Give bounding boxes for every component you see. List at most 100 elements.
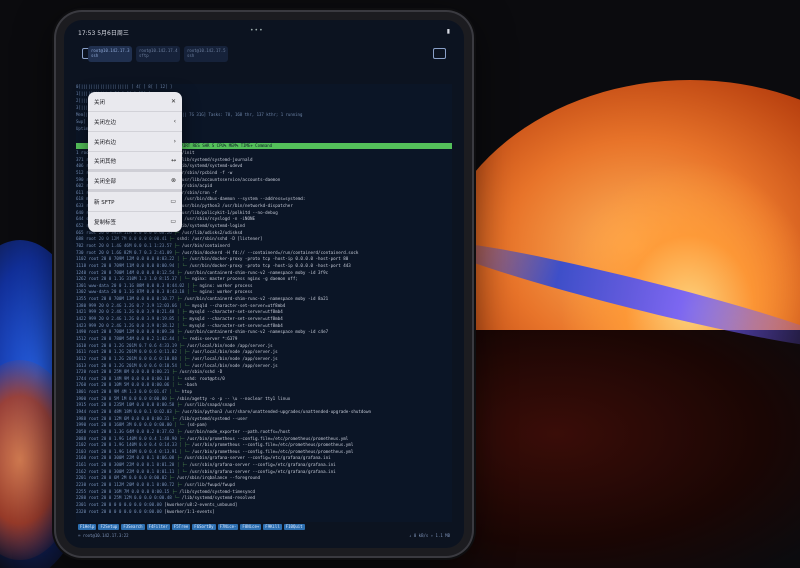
- process-tree: │ ├─: [176, 462, 190, 468]
- process-row[interactable]: 1512 root 20 0 780M 54M 0.0 0.2 1:02.44 …: [76, 336, 452, 343]
- process-tree: ├─: [174, 249, 182, 255]
- process-tree: │ ├─: [179, 442, 192, 448]
- process-row[interactable]: 1801 root 20 0 9M 4M 1.3 0.0 0:01.47 │ └…: [76, 389, 452, 396]
- process-tree: │ └─: [179, 448, 192, 454]
- process-command: /usr/local/bin/node /app/server.js: [191, 355, 278, 361]
- process-row[interactable]: 1422 999 20 0 2.4G 1.2G 0.0 3.9 0:19.85 …: [76, 316, 452, 323]
- process-row[interactable]: 688 root 20 0 12M 7M 0.0 0.0 0:00.41 ├─ …: [76, 236, 452, 243]
- chevron-right-icon: ›: [173, 138, 176, 145]
- process-row[interactable]: 1301 www-data 20 0 1.1G 88M 0.0 0.3 0:44…: [76, 283, 452, 290]
- process-command: htop: [181, 389, 192, 395]
- process-row[interactable]: 1944 root 20 0 48M 18M 0.0 0.1 0:02.03 ├…: [76, 409, 452, 416]
- function-key[interactable]: F3Search: [121, 524, 145, 530]
- process-row[interactable]: 702 root 20 0 1.4G 46M 0.0 0.1 1:23.57 ├…: [76, 243, 452, 250]
- process-row[interactable]: 2088 root 20 0 1.9G 140M 0.0 0.4 1:48.90…: [76, 436, 452, 443]
- process-stats: 730 root 20 0 1.6G 82M 0.7 0.3 2:41.09: [76, 249, 175, 255]
- process-row[interactable]: 1990 root 20 0 168M 3M 0.0 0.0 0:00.00 │…: [76, 422, 452, 429]
- process-row[interactable]: 1720 root 20 0 25M 8M 0.0 0.0 0:00.21 ├─…: [76, 369, 452, 376]
- process-command: mysqld --character-set-server=utf8mb4: [189, 322, 283, 328]
- process-row[interactable]: 1102 root 20 0 709M 12M 0.0 0.0 0:03.22 …: [76, 256, 452, 263]
- process-row[interactable]: 1490 root 20 0 700M 12M 0.0 0.0 0:09.30 …: [76, 329, 452, 336]
- process-row[interactable]: 1744 root 20 0 14M 9M 0.0 0.0 0:00.10 │ …: [76, 376, 452, 383]
- function-key[interactable]: F8Nice+: [240, 524, 262, 530]
- process-row[interactable]: 1611 root 20 0 1.2G 201M 0.0 0.6 0:11.02…: [76, 349, 452, 356]
- process-row[interactable]: 2230 root 20 0 112M 20M 0.0 0.1 0:00.72 …: [76, 482, 452, 489]
- process-row[interactable]: 1380 999 20 0 2.4G 1.2G 0.7 3.9 12:03.66…: [76, 303, 452, 310]
- process-tree: │ └─: [179, 302, 192, 308]
- process-command: /usr/lib/fwupd/fwupd: [184, 482, 235, 488]
- process-row[interactable]: 1612 root 20 0 1.2G 201M 0.0 0.6 0:10.88…: [76, 356, 452, 363]
- menu-item-close[interactable]: 关闭 ✕: [88, 92, 182, 112]
- function-key[interactable]: F6SortBy: [192, 524, 216, 530]
- tab-session-2[interactable]: root@10.142.17.4 sftp: [136, 46, 180, 62]
- process-stats: 1423 999 20 0 2.4G 1.2G 0.0 3.9 0:18.12: [76, 322, 177, 328]
- new-window-icon[interactable]: [433, 48, 446, 59]
- process-row[interactable]: 2050 root 20 0 1.3G 64M 0.0 0.2 0:37.62 …: [76, 429, 452, 436]
- process-command: [kworker/1:1-events]: [164, 508, 215, 514]
- process-row[interactable]: 1613 root 20 0 1.2G 201M 0.0 0.6 0:10.54…: [76, 363, 452, 370]
- process-row[interactable]: 1262 root 20 0 1.1G 310M 1.3 1.0 8:15.37…: [76, 276, 452, 283]
- process-row[interactable]: 1355 root 20 0 700M 13M 0.0 0.0 0:10.77 …: [76, 296, 452, 303]
- process-row[interactable]: 2162 root 20 0 300M 22M 0.0 0.1 0:01.11 …: [76, 469, 452, 476]
- process-command: /usr/lib/udisks2/udisksd: [181, 229, 243, 235]
- process-row[interactable]: 730 root 20 0 1.6G 82M 0.7 0.3 2:41.09 ├…: [76, 250, 452, 257]
- process-tree: │ ├─: [179, 355, 192, 361]
- process-tree: │ └─: [186, 289, 200, 295]
- function-key[interactable]: F5Tree: [171, 524, 191, 530]
- process-stats: 1801 root 20 0 9M 4M 1.3 0.0 0:01.47: [76, 389, 170, 395]
- process-row[interactable]: 1421 999 20 0 2.4G 1.2G 0.0 3.9 0:21.40 …: [76, 309, 452, 316]
- function-key[interactable]: F4Filter: [146, 524, 170, 530]
- process-row[interactable]: 1610 root 20 0 1.2G 201M 0.7 0.6 4:33.19…: [76, 343, 452, 350]
- status-bar: 17:53 5月6日周三 ••• ▮: [64, 20, 464, 38]
- process-row[interactable]: 1988 root 20 0 12M 6M 0.0 0.0 0:00.31 ├─…: [76, 416, 452, 423]
- menu-item-new-sftp[interactable]: 新 SFTP ▭: [88, 192, 182, 212]
- menu-item-duplicate-tab[interactable]: 复制标签 ▭: [88, 212, 182, 232]
- function-key[interactable]: F1Help: [78, 524, 97, 530]
- process-row[interactable]: 2161 root 20 0 300M 22M 0.0 0.1 0:01.20 …: [76, 462, 452, 469]
- process-row[interactable]: 2102 root 20 0 1.9G 140M 0.0 0.4 0:14.33…: [76, 442, 452, 449]
- process-row[interactable]: 2103 root 20 0 1.9G 140M 0.0 0.4 0:13.91…: [76, 449, 452, 456]
- menu-item-close-all[interactable]: 关闭全部 ⊗: [88, 172, 182, 192]
- process-command: redis-server *:6379: [189, 335, 238, 341]
- function-key[interactable]: F7Nice-: [217, 524, 239, 530]
- process-row[interactable]: 1118 root 20 0 709M 11M 0.0 0.0 0:00.94 …: [76, 263, 452, 270]
- close-icon: ✕: [170, 98, 176, 105]
- menu-item-close-right[interactable]: 关闭右边 ›: [88, 132, 182, 152]
- tab-session-1[interactable]: root@10.142.17.3 ssh: [88, 46, 132, 62]
- process-stats: 2201 root 20 0 6M 2M 0.0 0.0 0:00.02: [76, 475, 170, 481]
- process-command: /usr/bin/containerd-shim-runc-v2 -namesp…: [184, 296, 329, 302]
- process-row[interactable]: 1900 root 20 0 5M 1M 0.0 0.0 0:00.00 ├─ …: [76, 396, 452, 403]
- menu-item-close-others[interactable]: 关闭其他 ↔: [88, 152, 182, 172]
- process-row[interactable]: 2301 root 20 0 0 0 0.0 0.0 0:00.00 [kwor…: [76, 502, 452, 509]
- process-row[interactable]: 1240 root 20 0 700M 14M 0.0 0.0 0:12.54 …: [76, 270, 452, 277]
- menu-item-label: 关闭左边: [94, 119, 117, 126]
- wallpaper-dark-area: [430, 330, 800, 568]
- process-row[interactable]: 1302 www-data 20 0 1.1G 87M 0.0 0.3 0:43…: [76, 289, 452, 296]
- process-row[interactable]: 2160 root 20 0 300M 22M 0.0 0.1 0:06.08 …: [76, 455, 452, 462]
- menu-item-label: 新 SFTP: [94, 199, 115, 206]
- process-row[interactable]: 2320 root 20 0 0 0 0.0 0.0 0:00.00 [kwor…: [76, 509, 452, 516]
- process-stats: 2161 root 20 0 300M 22M 0.0 0.1 0:01.20: [76, 462, 177, 468]
- process-command: /usr/sbin/rsyslogd -n -iNONE: [184, 216, 256, 222]
- menu-item-close-left[interactable]: 关闭左边 ‹: [88, 112, 182, 132]
- terminal-footer: F1Help F2Setup F3Search F4Filter F5Tree F6Sor…: [76, 524, 452, 540]
- process-command: /usr/sbin/grafana-server --config=/etc/g…: [184, 455, 331, 461]
- function-key[interactable]: F10Quit: [283, 524, 305, 530]
- process-row[interactable]: 2201 root 20 0 6M 2M 0.0 0.0 0:00.02 ├─ …: [76, 475, 452, 482]
- process-tree: │ └─: [171, 375, 185, 381]
- function-key[interactable]: F2Setup: [98, 524, 120, 530]
- process-row[interactable]: 2255 root 20 0 16M 7M 0.0 0.0 0:00.15 ├─…: [76, 489, 452, 496]
- process-stats: 1355 root 20 0 700M 13M 0.0 0.0 0:10.77: [76, 296, 177, 302]
- process-row[interactable]: 1915 root 20 0 235M 10M 0.0 0.0 0:00.58 …: [76, 402, 452, 409]
- multitask-dots[interactable]: •••: [250, 27, 264, 34]
- process-stats: 1422 999 20 0 2.4G 1.2G 0.0 3.9 0:19.85: [76, 316, 177, 322]
- process-tree: ├─: [169, 236, 177, 242]
- battery-icon: ▮: [446, 28, 450, 35]
- process-row[interactable]: 1760 root 20 0 10M 5M 0.0 0.0 0:00.06 │ …: [76, 382, 452, 389]
- process-row[interactable]: 1423 999 20 0 2.4G 1.2G 0.0 3.9 0:18.12 …: [76, 323, 452, 330]
- process-row[interactable]: 2280 root 20 0 25M 12M 0.0 0.0 0:00.48 └…: [76, 495, 452, 502]
- process-stats: 702 root 20 0 1.4G 46M 0.0 0.1 1:23.57: [76, 242, 175, 248]
- function-key[interactable]: F9Kill: [263, 524, 282, 530]
- tab-session-3[interactable]: root@10.142.17.5 ssh: [184, 46, 228, 62]
- process-command: /usr/lib/accountsservice/accounts-daemon: [179, 176, 281, 182]
